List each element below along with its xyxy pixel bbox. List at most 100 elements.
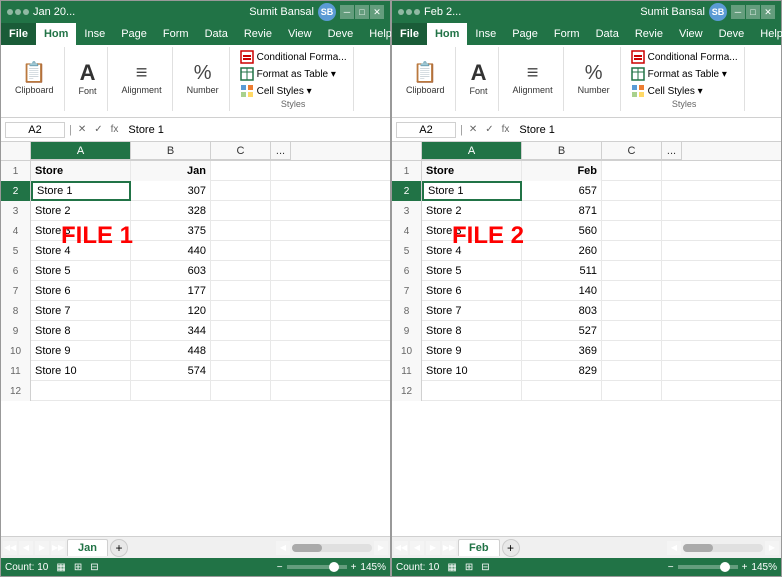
number-icon-2[interactable]: % Number — [574, 61, 614, 97]
sheet-tab-feb-2[interactable]: Feb — [458, 539, 500, 556]
zoom-out-btn-1[interactable]: − — [277, 562, 283, 573]
cell-2a-2[interactable]: Store 1 — [422, 181, 522, 201]
cell-9b-2[interactable]: 527 — [522, 321, 602, 341]
zoom-out-btn-2[interactable]: − — [668, 562, 674, 573]
view-page-icon-1[interactable]: ⊟ — [90, 562, 98, 573]
cell-6a-2[interactable]: Store 5 — [422, 261, 522, 281]
cell-4c[interactable] — [211, 221, 271, 241]
cell-ref-box-1[interactable] — [5, 122, 65, 138]
cell-styles-btn-2[interactable]: Cell Styles ▾ — [629, 83, 740, 99]
scroll-right-btn-2[interactable]: ▶ — [765, 541, 779, 555]
scroll-left-btn-1[interactable]: ◀ — [276, 541, 290, 555]
cell-3a-2[interactable]: Store 2 — [422, 201, 522, 221]
cell-12c-2[interactable] — [602, 381, 662, 401]
col-header-d-2[interactable]: ... — [662, 142, 682, 160]
cell-8b-2[interactable]: 803 — [522, 301, 602, 321]
cell-11a-2[interactable]: Store 10 — [422, 361, 522, 381]
cell-1b-2[interactable]: Feb — [522, 161, 602, 181]
cell-10a-2[interactable]: Store 9 — [422, 341, 522, 361]
cell-5b[interactable]: 440 — [131, 241, 211, 261]
tab-view-1[interactable]: View — [280, 23, 320, 45]
cell-5a[interactable]: Store 4 — [31, 241, 131, 261]
formula-input-2[interactable] — [515, 124, 777, 136]
cell-ref-box-2[interactable] — [396, 122, 456, 138]
cell-3a[interactable]: Store 2 — [31, 201, 131, 221]
cell-12b[interactable] — [131, 381, 211, 401]
nav-next-btn-2[interactable]: ▶ — [426, 541, 440, 555]
zoom-slider-1[interactable] — [287, 565, 347, 569]
cell-1c[interactable] — [211, 161, 271, 181]
view-normal-icon-2[interactable]: ▦ — [447, 562, 456, 573]
cell-1a[interactable]: Store — [31, 161, 131, 181]
tab-insert-1[interactable]: Inse — [76, 23, 113, 45]
horiz-scrollbar-1[interactable] — [292, 544, 372, 552]
view-normal-icon-1[interactable]: ▦ — [56, 562, 65, 573]
tab-review-1[interactable]: Revie — [236, 23, 280, 45]
tab-form-1[interactable]: Form — [155, 23, 197, 45]
cell-styles-btn-1[interactable]: Cell Styles ▾ — [238, 83, 349, 99]
cell-6c[interactable] — [211, 261, 271, 281]
alignment-icon-1[interactable]: ≡ Alignment — [118, 61, 166, 97]
cell-12b-2[interactable] — [522, 381, 602, 401]
cell-8a-2[interactable]: Store 7 — [422, 301, 522, 321]
cell-8a[interactable]: Store 7 — [31, 301, 131, 321]
nav-next-btn-1[interactable]: ▶ — [35, 541, 49, 555]
cell-4b-2[interactable]: 560 — [522, 221, 602, 241]
cell-10b-2[interactable]: 369 — [522, 341, 602, 361]
cell-1c-2[interactable] — [602, 161, 662, 181]
clipboard-icon-2[interactable]: 📋 Clipboard — [402, 61, 449, 97]
scroll-right-btn-1[interactable]: ▶ — [374, 541, 388, 555]
number-icon-1[interactable]: % Number — [183, 61, 223, 97]
tab-data-1[interactable]: Data — [197, 23, 236, 45]
confirm-formula-btn-2[interactable]: ✓ — [483, 124, 495, 135]
nav-prev-btn-1[interactable]: ◀ — [19, 541, 33, 555]
tab-file-1[interactable]: File — [1, 23, 36, 45]
col-header-b-2[interactable]: B — [522, 142, 602, 160]
font-icon-1[interactable]: A Font — [75, 60, 101, 98]
tab-home-1[interactable]: Hom — [36, 23, 76, 45]
format-table-btn-2[interactable]: Format as Table ▾ — [629, 66, 740, 82]
cell-9c[interactable] — [211, 321, 271, 341]
cell-10b[interactable]: 448 — [131, 341, 211, 361]
cell-11c[interactable] — [211, 361, 271, 381]
cell-8c-2[interactable] — [602, 301, 662, 321]
col-header-a-2[interactable]: A — [422, 142, 522, 160]
cell-2c[interactable] — [211, 181, 271, 201]
insert-function-btn-2[interactable]: fx — [500, 124, 512, 135]
cell-9a[interactable]: Store 8 — [31, 321, 131, 341]
cell-4a[interactable]: Store 3 — [31, 221, 131, 241]
zoom-slider-2[interactable] — [678, 565, 738, 569]
cell-9b[interactable]: 344 — [131, 321, 211, 341]
cancel-formula-btn-1[interactable]: ✕ — [76, 124, 88, 135]
nav-last-btn-1[interactable]: ▶▶ — [51, 541, 65, 555]
scroll-left-btn-2[interactable]: ◀ — [667, 541, 681, 555]
cell-7b-2[interactable]: 140 — [522, 281, 602, 301]
zoom-in-btn-2[interactable]: + — [742, 562, 748, 573]
zoom-in-btn-1[interactable]: + — [351, 562, 357, 573]
alignment-icon-2[interactable]: ≡ Alignment — [509, 61, 557, 97]
nav-first-btn-2[interactable]: ◀◀ — [394, 541, 408, 555]
horiz-scrollbar-2[interactable] — [683, 544, 763, 552]
cell-7b[interactable]: 177 — [131, 281, 211, 301]
tab-review-2[interactable]: Revie — [627, 23, 671, 45]
cell-6c-2[interactable] — [602, 261, 662, 281]
col-header-c-2[interactable]: C — [602, 142, 662, 160]
formula-input-1[interactable] — [124, 124, 386, 136]
cell-3c[interactable] — [211, 201, 271, 221]
cell-10a[interactable]: Store 9 — [31, 341, 131, 361]
cell-11c-2[interactable] — [602, 361, 662, 381]
cell-7c[interactable] — [211, 281, 271, 301]
cell-11a[interactable]: Store 10 — [31, 361, 131, 381]
format-table-btn-1[interactable]: Format as Table ▾ — [238, 66, 349, 82]
cell-12c[interactable] — [211, 381, 271, 401]
view-layout-icon-1[interactable]: ⊞ — [74, 562, 82, 573]
col-header-d-1[interactable]: ... — [271, 142, 291, 160]
minimize-button-1[interactable]: ─ — [340, 5, 354, 19]
cell-6b-2[interactable]: 511 — [522, 261, 602, 281]
cell-3b-2[interactable]: 871 — [522, 201, 602, 221]
minimize-button-2[interactable]: ─ — [731, 5, 745, 19]
cond-format-btn-2[interactable]: Conditional Forma... — [629, 49, 740, 65]
cell-2a[interactable]: Store 1 — [31, 181, 131, 201]
cell-2b-2[interactable]: 657 — [522, 181, 602, 201]
col-header-a-1[interactable]: A — [31, 142, 131, 160]
